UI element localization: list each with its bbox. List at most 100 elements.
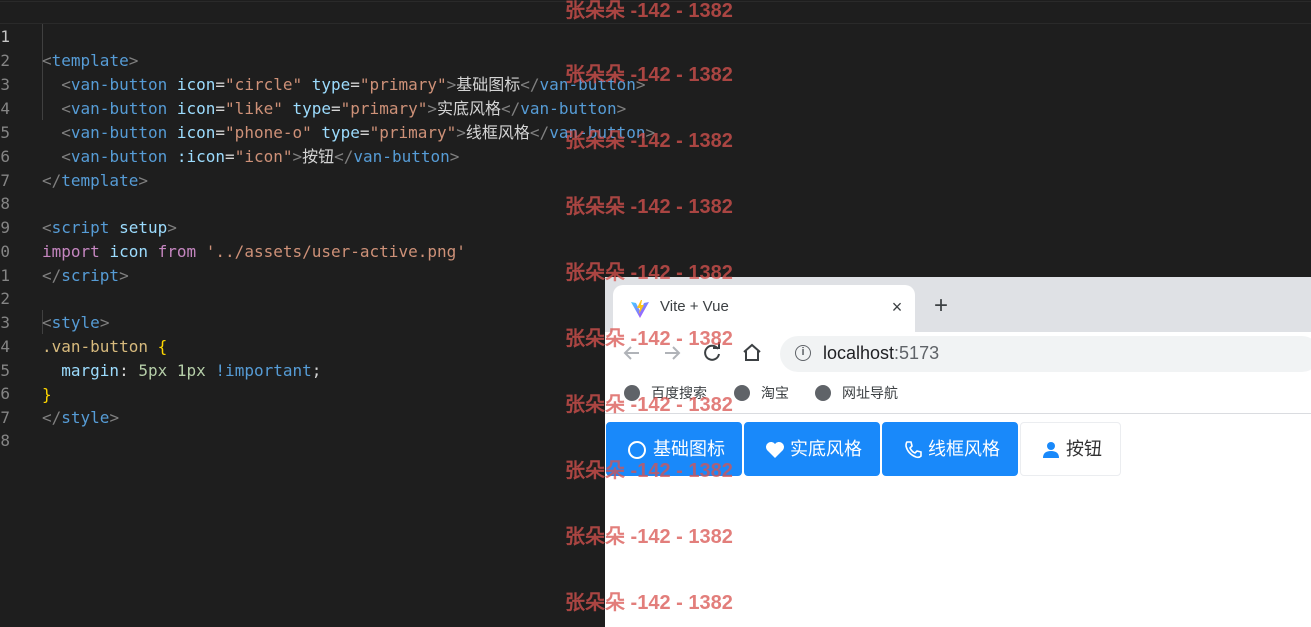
text-content: 按钮 — [302, 147, 335, 166]
url-port: :5173 — [894, 343, 940, 363]
code-line[interactable]: 8 — [0, 405, 39, 450]
text-content: 基础图标 — [456, 75, 521, 94]
heart-icon — [766, 442, 784, 458]
bookmark-label: 网址导航 — [842, 385, 898, 401]
code-line[interactable]: 5 } — [0, 335, 51, 404]
attr-value: "primary" — [369, 123, 457, 142]
css-property: margin — [61, 361, 120, 380]
code-line[interactable]: 2 <style> — [0, 263, 109, 332]
reload-icon[interactable] — [699, 340, 725, 366]
attr-value: "primary" — [359, 75, 447, 94]
tab-title: Vite + Vue — [660, 298, 729, 315]
code-line[interactable]: 7 — [0, 382, 39, 427]
keyword: from — [157, 242, 197, 261]
css-important: !important — [215, 361, 312, 380]
code-line[interactable]: 0 </script> — [0, 216, 128, 285]
circle-icon-button[interactable]: 基础图标 — [606, 422, 742, 476]
attr-value: "icon" — [234, 147, 293, 166]
url-host: localhost — [823, 343, 895, 363]
tag-name: van-button — [520, 99, 617, 118]
attr-name: icon — [176, 123, 216, 142]
vite-logo-icon — [631, 300, 649, 318]
code-line[interactable]: 3 .van-button { — [0, 287, 167, 356]
css-value: 1px — [176, 361, 206, 380]
tab-close-icon[interactable]: × — [885, 295, 909, 319]
string-literal: '../assets/user-active.png' — [205, 242, 466, 261]
globe-icon — [624, 385, 640, 401]
tag-name: van-button — [70, 123, 168, 142]
attr-name: :icon — [176, 147, 226, 166]
bookmark-label: 淘宝 — [761, 385, 789, 401]
attr-value: "primary" — [340, 99, 428, 118]
bookmarks-bar: 百度搜索 淘宝 网址导航 — [605, 376, 1311, 414]
tag-name: van-button — [70, 147, 168, 166]
site-info-icon[interactable]: i — [795, 345, 811, 361]
code-line[interactable]: 4 margin: 5px 1px !important; — [0, 311, 321, 380]
attr-value: "circle" — [225, 75, 303, 94]
tag-name: script — [61, 266, 120, 285]
brace: } — [42, 385, 52, 404]
new-tab-button[interactable]: + — [928, 294, 954, 320]
forward-arrow-icon[interactable] — [659, 340, 685, 366]
tag-name: style — [51, 313, 100, 332]
attr-name: icon — [176, 75, 216, 94]
tag-name: template — [51, 51, 129, 70]
tag-name: van-button — [539, 75, 636, 94]
keyword: import — [42, 242, 100, 261]
code-line[interactable]: 4 <van-button icon="phone-o" type="prima… — [0, 73, 655, 142]
button-label: 按钮 — [1066, 439, 1102, 459]
attr-name: type — [311, 75, 351, 94]
browser-toolbar: i localhost:5173 — [605, 332, 1311, 376]
code-line[interactable]: 9 import icon from '../assets/user-activ… — [0, 192, 466, 261]
user-icon — [1043, 442, 1059, 458]
text-content: 实底风格 — [437, 99, 502, 118]
tag-name: van-button — [70, 99, 168, 118]
tag-name: script — [51, 218, 110, 237]
address-bar[interactable]: i localhost:5173 — [780, 336, 1311, 372]
code-line[interactable]: 6 </style> — [0, 358, 119, 427]
globe-icon — [815, 385, 831, 401]
button-label: 实底风格 — [790, 439, 862, 459]
text-content: 线框风格 — [465, 123, 530, 142]
tag-name: van-button — [549, 123, 646, 142]
phone-icon — [905, 441, 922, 459]
code-line[interactable]: 6 </template> — [0, 121, 148, 190]
code-line[interactable]: 1 <template> — [0, 1, 138, 70]
custom-icon-button[interactable]: 按钮 — [1020, 422, 1121, 476]
current-line-highlight — [0, 1, 1311, 24]
attr-value: "like" — [225, 99, 283, 118]
identifier: icon — [109, 242, 148, 261]
page-content: 基础图标 实底风格 线框风格 按钮 — [605, 414, 1311, 627]
home-icon[interactable] — [739, 340, 765, 366]
attr-name: type — [292, 99, 332, 118]
button-label: 基础图标 — [653, 439, 725, 459]
code-line[interactable]: 7 — [0, 145, 39, 190]
code-line[interactable]: 8 <script setup> — [0, 168, 177, 237]
attr-name: setup — [119, 218, 168, 237]
brace: { — [157, 337, 168, 356]
attr-name: icon — [176, 99, 216, 118]
button-label: 线框风格 — [928, 439, 1000, 459]
phone-icon-button[interactable]: 线框风格 — [882, 422, 1018, 476]
css-selector: .van-button — [42, 337, 148, 356]
attr-value: "phone-o" — [225, 123, 312, 142]
bookmark-label: 百度搜索 — [651, 385, 707, 401]
tag-name: template — [61, 171, 139, 190]
code-line[interactable]: 5 <van-button :icon="icon">按钮</van-butto… — [0, 97, 459, 166]
code-line[interactable]: 3 <van-button icon="like" type="primary"… — [0, 49, 626, 118]
code-line[interactable]: 1 — [0, 240, 39, 285]
browser-window: Vite + Vue × + i localhost:5173 百度搜索 淘宝 … — [605, 277, 1311, 627]
tab-strip: Vite + Vue × + — [605, 277, 1311, 332]
tag-name: style — [61, 408, 110, 427]
like-icon-button[interactable]: 实底风格 — [744, 422, 880, 476]
semicolon: ; — [311, 361, 322, 380]
line-number: 8 — [0, 431, 10, 450]
circle-icon — [628, 441, 646, 459]
tag-name: van-button — [353, 147, 450, 166]
back-arrow-icon[interactable] — [619, 340, 645, 366]
tag-name: van-button — [70, 75, 168, 94]
browser-tab[interactable]: Vite + Vue × — [613, 285, 915, 332]
globe-icon — [734, 385, 750, 401]
attr-name: type — [321, 123, 360, 142]
code-line[interactable]: 2 <van-button icon="circle" type="primar… — [0, 25, 645, 94]
